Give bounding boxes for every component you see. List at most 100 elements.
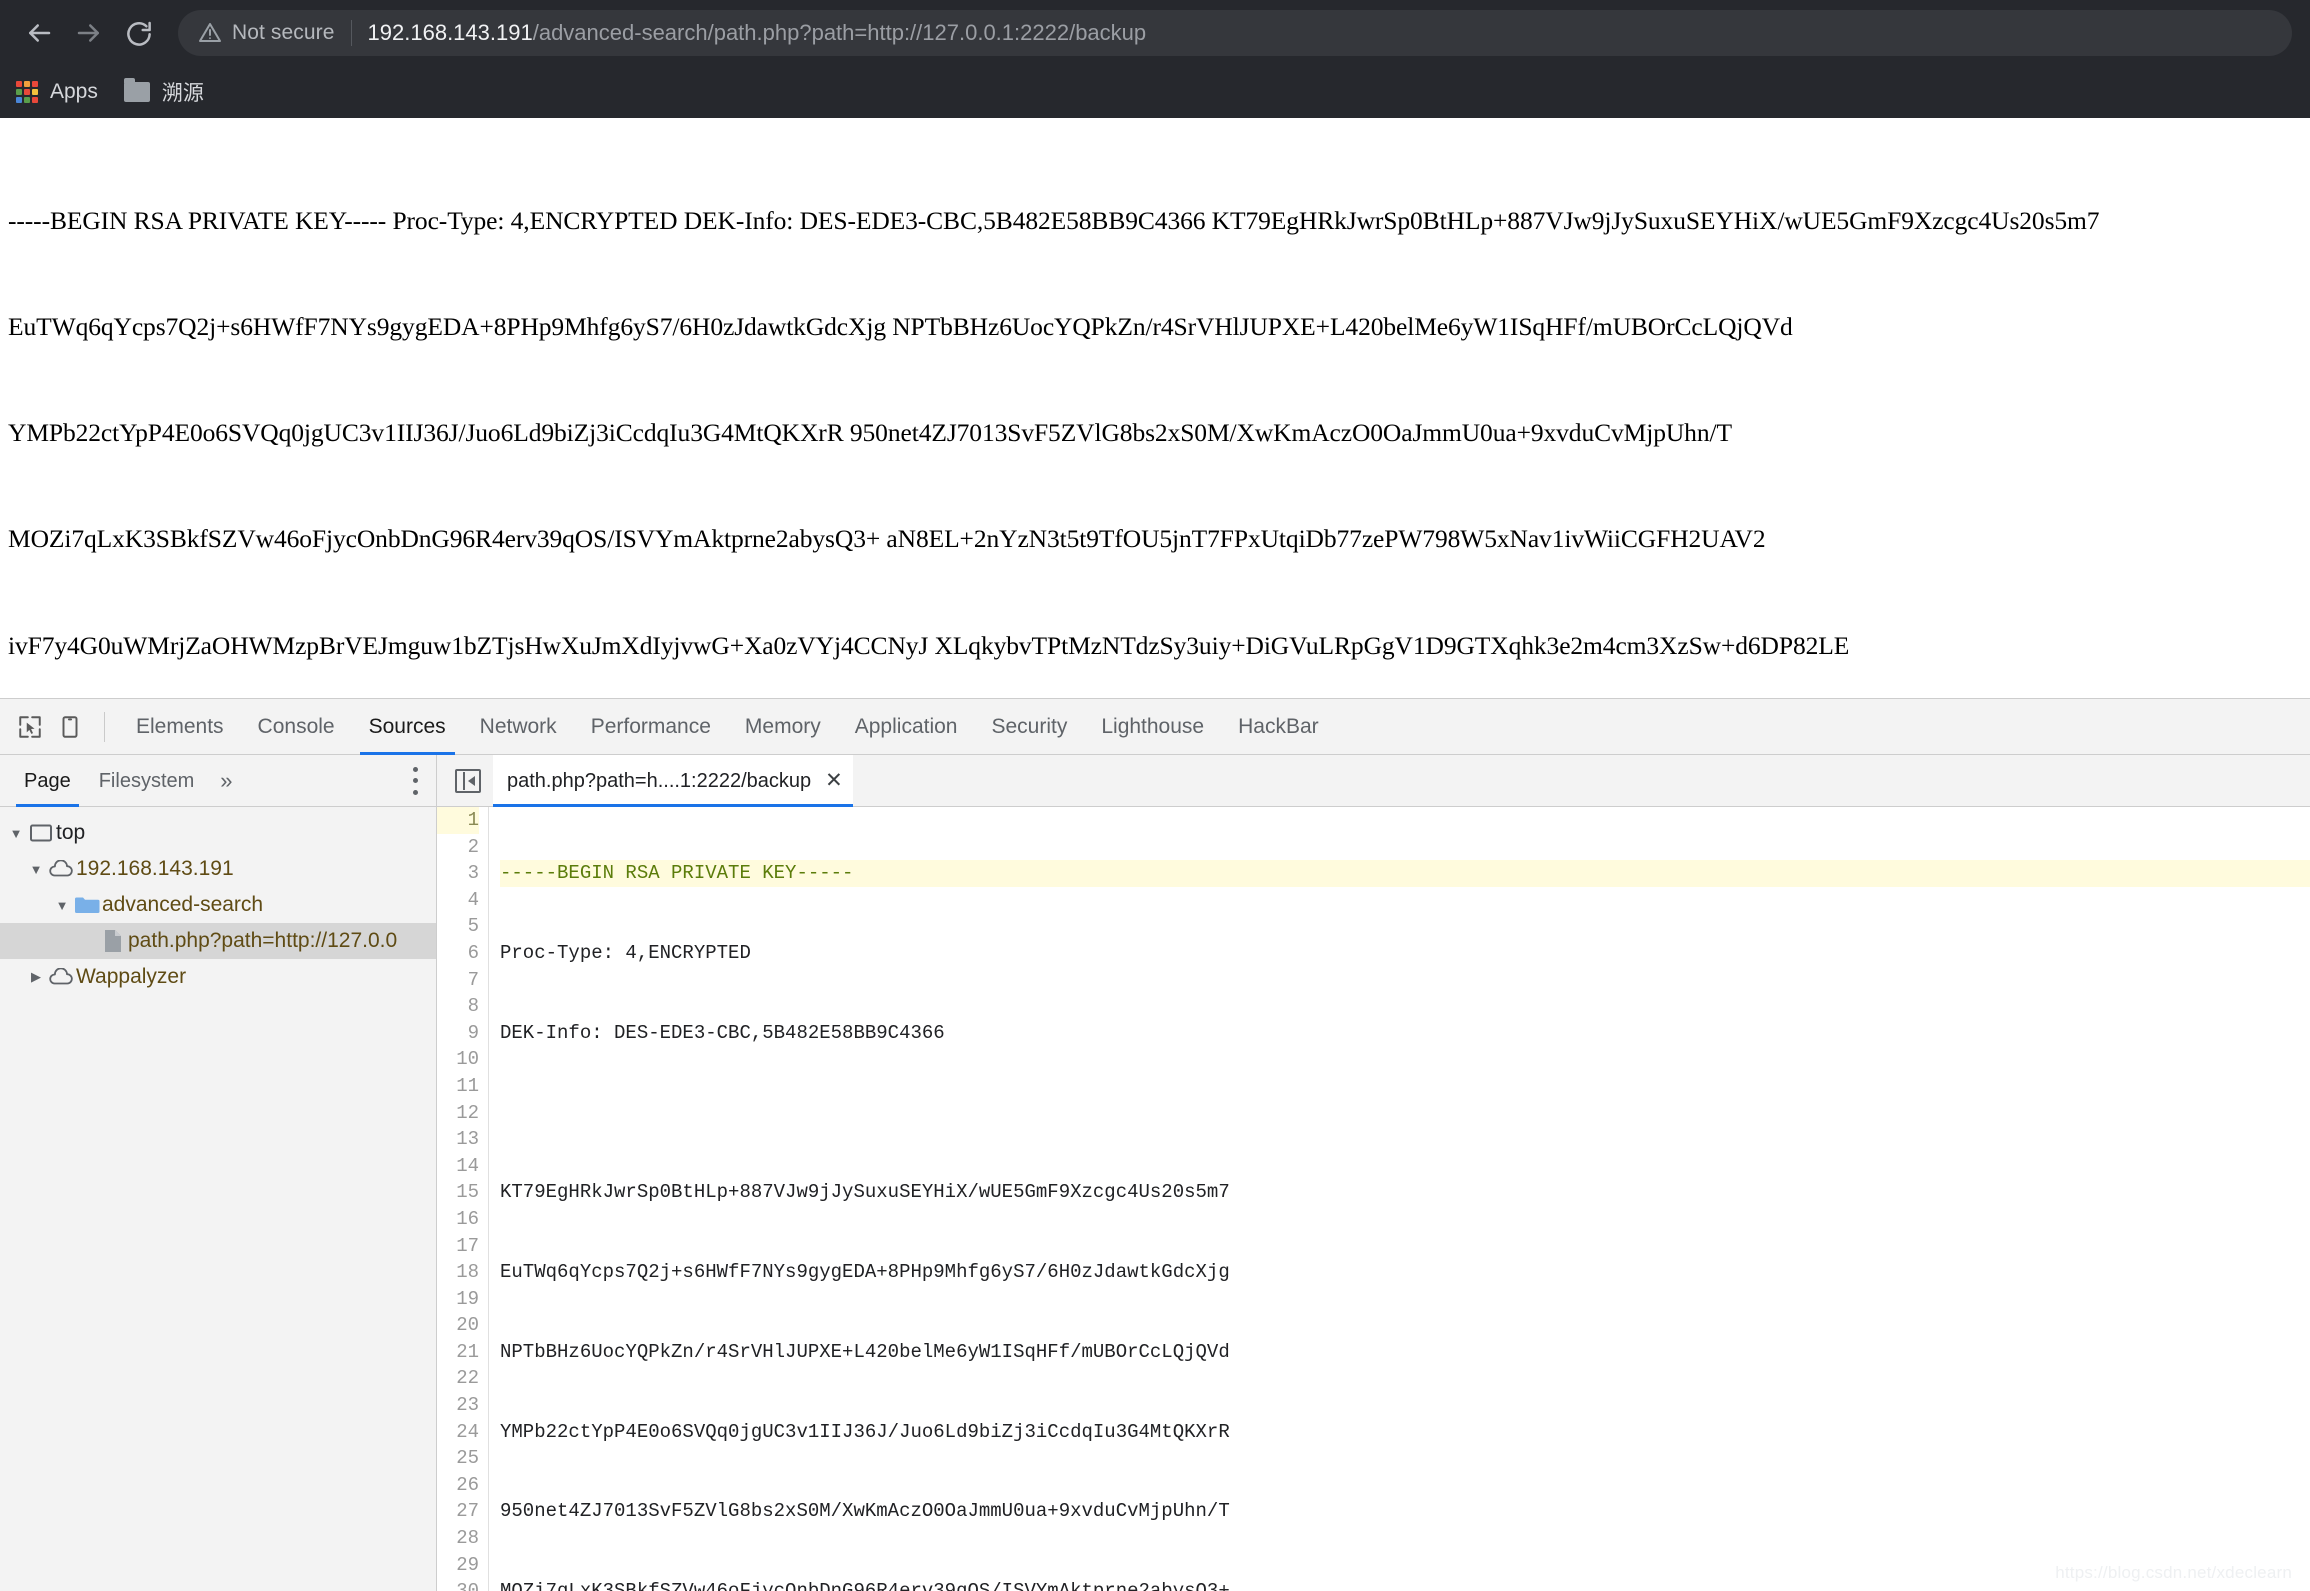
chevron-down-icon[interactable]: ▼ bbox=[26, 862, 46, 877]
url-host: 192.168.143.191 bbox=[367, 20, 533, 45]
line-number: 13 bbox=[456, 1128, 479, 1151]
navigator-subtabbar: Page Filesystem » bbox=[0, 755, 436, 807]
code-editor[interactable]: 1 2 3 4 5 6 7 8 9 10 11 12 13 14 15 16 1 bbox=[437, 807, 2310, 1591]
page-viewport: -----BEGIN RSA PRIVATE KEY----- Proc-Typ… bbox=[0, 118, 2310, 698]
line-number: 16 bbox=[456, 1207, 479, 1230]
bookmark-apps[interactable]: Apps bbox=[16, 80, 98, 104]
tree-item-label: 192.168.143.191 bbox=[76, 857, 234, 880]
line-number: 26 bbox=[456, 1473, 479, 1496]
chevron-right-icon[interactable]: ▶ bbox=[26, 969, 46, 985]
line-number: 10 bbox=[456, 1048, 479, 1071]
line-number: 21 bbox=[456, 1340, 479, 1363]
line-number: 19 bbox=[456, 1287, 479, 1310]
tab-sources[interactable]: Sources bbox=[352, 699, 463, 755]
tab-security[interactable]: Security bbox=[974, 699, 1084, 755]
code-line: -----BEGIN RSA PRIVATE KEY----- bbox=[500, 860, 2310, 887]
code-line: Proc-Type: 4,ENCRYPTED bbox=[500, 941, 751, 964]
browser-chrome: Not secure 192.168.143.191/advanced-sear… bbox=[0, 0, 2310, 118]
tree-item-top[interactable]: ▼ top bbox=[0, 815, 436, 851]
devtools-body: Page Filesystem » ▼ top ▼ 192.168.143.19… bbox=[0, 754, 2310, 1591]
editor-file-tab[interactable]: path.php?path=h....1:2222/backup ✕ bbox=[493, 754, 853, 807]
code-line: EuTWq6qYcps7Q2j+s6HWfF7NYs9gygEDA+8PHp9M… bbox=[500, 1261, 1230, 1284]
code-line: 950net4ZJ7013SvF5ZVlG8bs2xS0M/XwKmAczO0O… bbox=[500, 1500, 1230, 1523]
more-options-icon[interactable] bbox=[412, 766, 418, 795]
line-number: 5 bbox=[467, 915, 479, 938]
line-number: 6 bbox=[467, 941, 479, 964]
line-number: 22 bbox=[456, 1367, 479, 1390]
inspect-cursor-icon[interactable] bbox=[10, 707, 50, 747]
line-number: 25 bbox=[456, 1447, 479, 1470]
more-tabs-chevron-icon[interactable]: » bbox=[208, 755, 244, 807]
reload-icon[interactable] bbox=[114, 8, 164, 58]
file-tree: ▼ top ▼ 192.168.143.191 ▼ advanced-searc… bbox=[0, 807, 436, 1591]
tree-item-host[interactable]: ▼ 192.168.143.191 bbox=[0, 851, 436, 887]
line-number: 28 bbox=[456, 1527, 479, 1550]
tree-item-label: advanced-search bbox=[102, 893, 264, 916]
page-line: EuTWq6qYcps7Q2j+s6HWfF7NYs9gygEDA+8PHp9M… bbox=[8, 312, 1793, 342]
page-line: ivF7y4G0uWMrjZaOHWMzpBrVEJmguw1bZTjsHwXu… bbox=[8, 630, 1850, 660]
folder-blue-icon bbox=[72, 895, 102, 915]
apps-grid-icon bbox=[16, 81, 38, 103]
tree-item-advanced-search[interactable]: ▼ advanced-search bbox=[0, 887, 436, 923]
omnibox-divider bbox=[350, 20, 352, 46]
page-pem-text: -----BEGIN RSA PRIVATE KEY----- Proc-Typ… bbox=[8, 132, 2310, 698]
bookmark-folder-label: 溯源 bbox=[161, 82, 204, 105]
tab-application[interactable]: Application bbox=[838, 699, 975, 755]
tab-elements[interactable]: Elements bbox=[119, 699, 241, 755]
bookmark-apps-label: Apps bbox=[50, 80, 98, 103]
subtab-filesystem[interactable]: Filesystem bbox=[85, 755, 209, 807]
editor-pane: path.php?path=h....1:2222/backup ✕ 1 2 3… bbox=[437, 754, 2310, 1591]
tab-performance[interactable]: Performance bbox=[574, 699, 728, 755]
code-content[interactable]: -----BEGIN RSA PRIVATE KEY----- Proc-Typ… bbox=[489, 807, 2310, 1591]
line-number-gutter: 1 2 3 4 5 6 7 8 9 10 11 12 13 14 15 16 1 bbox=[437, 807, 489, 1591]
close-icon[interactable]: ✕ bbox=[825, 755, 843, 807]
cloud-icon bbox=[46, 968, 76, 986]
frame-icon bbox=[26, 824, 56, 842]
devtools-panel: Elements Console Sources Network Perform… bbox=[0, 698, 2310, 1591]
chevron-down-icon[interactable]: ▼ bbox=[6, 826, 26, 841]
editor-tabbar: path.php?path=h....1:2222/backup ✕ bbox=[437, 754, 2310, 807]
line-number: 2 bbox=[467, 835, 479, 858]
page-line: MOZi7qLxK3SBkfSZVw46oFjycOnbDnG96R4erv39… bbox=[8, 524, 1766, 554]
chevron-down-icon[interactable]: ▼ bbox=[52, 898, 72, 913]
code-line: NPTbBHz6UocYQPkZn/r4SrVHlJUPXE+L420belMe… bbox=[500, 1340, 1230, 1363]
bookmark-folder-suyuan[interactable]: 溯源 bbox=[123, 77, 204, 107]
line-number: 12 bbox=[456, 1101, 479, 1124]
line-number: 7 bbox=[467, 968, 479, 991]
line-number: 30 bbox=[437, 1578, 479, 1591]
security-status-label: Not secure bbox=[232, 21, 335, 44]
address-bar[interactable]: Not secure 192.168.143.191/advanced-sear… bbox=[178, 10, 2292, 56]
tab-console[interactable]: Console bbox=[241, 699, 352, 755]
toolbar-divider bbox=[104, 711, 105, 742]
back-icon[interactable] bbox=[14, 8, 64, 58]
line-number: 8 bbox=[467, 995, 479, 1018]
line-number: 14 bbox=[456, 1154, 479, 1177]
cloud-icon bbox=[46, 860, 76, 878]
line-number: 3 bbox=[467, 862, 479, 885]
tab-memory[interactable]: Memory bbox=[728, 699, 838, 755]
url-path: /advanced-search/path.php?path=http://12… bbox=[532, 20, 1147, 45]
subtab-page[interactable]: Page bbox=[10, 755, 85, 807]
code-line: MOZi7qLxK3SBkfSZVw46oFjycOnbDnG96R4erv39… bbox=[500, 1578, 2310, 1591]
line-number: 15 bbox=[456, 1181, 479, 1204]
line-number: 29 bbox=[456, 1553, 479, 1576]
editor-file-tab-label: path.php?path=h....1:2222/backup bbox=[507, 769, 812, 792]
url-text: 192.168.143.191/advanced-search/path.php… bbox=[368, 20, 1147, 46]
omnibox-toolbar: Not secure 192.168.143.191/advanced-sear… bbox=[0, 0, 2310, 66]
tab-network[interactable]: Network bbox=[463, 699, 574, 755]
devtools-tabbar: Elements Console Sources Network Perform… bbox=[0, 699, 2310, 755]
tree-item-path-php[interactable]: path.php?path=http://127.0.0 bbox=[0, 923, 436, 959]
line-number: 24 bbox=[456, 1420, 479, 1443]
forward-icon[interactable] bbox=[64, 8, 114, 58]
tab-lighthouse[interactable]: Lighthouse bbox=[1084, 699, 1221, 755]
tree-item-wappalyzer[interactable]: ▶ Wappalyzer bbox=[0, 959, 436, 995]
page-line: YMPb22ctYpP4E0o6SVQq0jgUC3v1IIJ36J/Juo6L… bbox=[8, 418, 1732, 448]
line-number: 17 bbox=[456, 1234, 479, 1257]
device-toolbar-icon[interactable] bbox=[50, 707, 90, 747]
show-navigator-icon[interactable] bbox=[455, 768, 481, 793]
tree-item-label: top bbox=[56, 821, 86, 844]
tab-hackbar[interactable]: HackBar bbox=[1221, 699, 1336, 755]
line-number: 9 bbox=[467, 1021, 479, 1044]
bookmarks-bar: Apps 溯源 bbox=[0, 66, 2310, 118]
